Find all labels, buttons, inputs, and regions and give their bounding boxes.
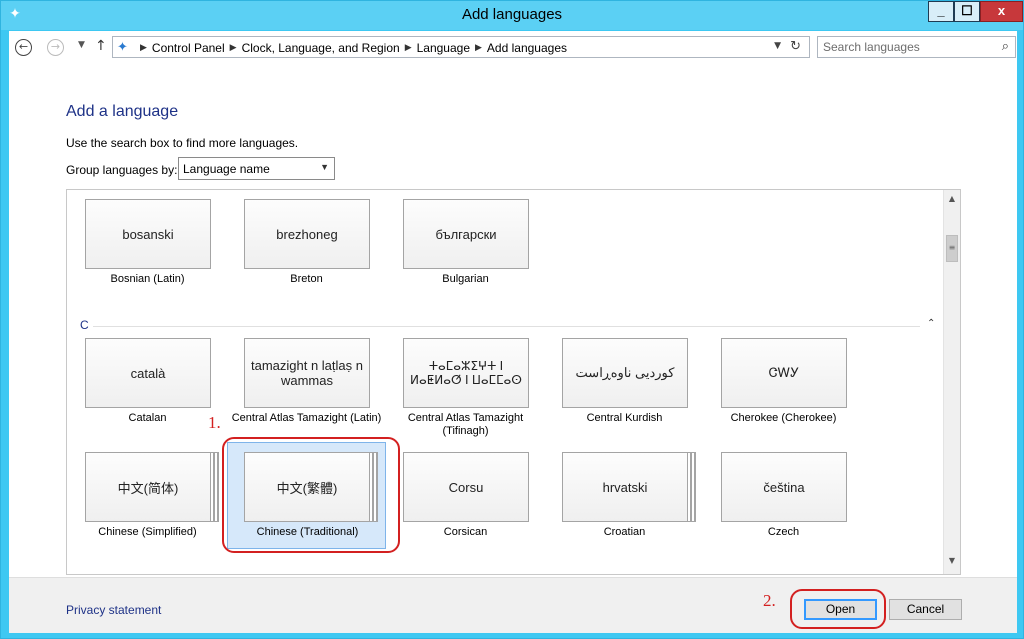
language-item-bosnian[interactable]: bosanski Bosnian (Latin) [68,190,227,296]
language-name: Catalan [128,412,167,424]
chevron-up-icon[interactable]: ⌃ [927,318,935,329]
address-bar: ← → ▼ ↑ ✦ ▶ Control Panel ▶ Clock, Langu… [9,31,1017,63]
language-name: Cherokee (Cherokee) [730,412,837,424]
language-item-breton[interactable]: brezhoneg Breton [227,190,386,296]
up-arrow-icon[interactable]: ↑ [95,38,107,54]
language-list[interactable]: bosanski Bosnian (Latin) brezhoneg Breto… [66,189,961,575]
language-tile[interactable]: hrvatski [562,452,688,522]
add-languages-window: ✦ Add languages _ ☐ x ← → ▼ ↑ ✦ ▶ Contro… [0,0,1024,639]
address-field[interactable]: ✦ ▶ Control Panel ▶ Clock, Language, and… [112,36,810,58]
language-item-tamazight-tifinagh[interactable]: ⵜⴰⵎⴰⵣⵉⵖⵜ ⵏ ⵍⴰⵟⵍⴰⵚ ⵏ ⵡⴰⵎⵎⴰⵙ Central Atlas… [386,328,545,437]
language-tile[interactable]: bosanski [85,199,211,269]
breadcrumb-control-panel[interactable]: Control Panel [152,41,225,55]
language-item-central-kurdish[interactable]: کوردیی ناوەڕاست Central Kurdish [545,328,704,435]
open-button[interactable]: Open [804,599,877,620]
breadcrumb-language[interactable]: Language [417,41,470,55]
page-title: Add a language [66,103,179,120]
window-title: Add languages [461,6,563,23]
breadcrumb-separator-icon[interactable]: ▶ [475,43,482,53]
search-box: ⌕ [817,36,1016,58]
language-tile[interactable]: català [85,338,211,408]
recent-locations-chevron-icon[interactable]: ▼ [78,40,85,50]
scrollbar-thumb[interactable]: ≡ [946,235,958,262]
scroll-up-icon[interactable]: ▲ [946,194,958,208]
language-tile[interactable]: čeština [721,452,847,522]
language-item-cherokee[interactable]: ᏣᎳᎩ Cherokee (Cherokee) [704,328,863,435]
minimize-button[interactable]: _ [928,1,954,22]
forward-arrow-icon[interactable]: → [47,39,64,56]
chevron-down-icon: ▼ [320,162,329,172]
language-name: Croatian [603,526,646,538]
language-name: Central Atlas Tamazight (Latin) [231,412,382,424]
language-name: Breton [290,273,323,285]
breadcrumb-clock-language-region[interactable]: Clock, Language, and Region [242,41,400,55]
language-name: Chinese (Simplified) [98,526,197,538]
group-by-value: Language name [183,162,270,176]
privacy-statement-link[interactable]: Privacy statement [66,603,161,617]
group-by-label: Group languages by: [66,163,178,177]
language-item-corsican[interactable]: Corsu Corsican [386,442,545,549]
control-panel-icon: ✦ [117,40,128,55]
refresh-icon[interactable]: ↻ [790,39,801,54]
language-name: Bosnian (Latin) [110,273,185,285]
maximize-button[interactable]: ☐ [954,1,980,22]
search-icon[interactable]: ⌕ [1002,39,1009,54]
breadcrumb-separator-icon[interactable]: ▶ [140,43,147,53]
breadcrumb-separator-icon[interactable]: ▶ [230,43,237,53]
footer: Privacy statement 2. Open Cancel [9,577,1017,633]
breadcrumb-separator-icon[interactable]: ▶ [405,43,412,53]
language-tile[interactable]: brezhoneg [244,199,370,269]
group-by-dropdown[interactable]: Language name ▼ [178,157,335,180]
cancel-button[interactable]: Cancel [889,599,962,620]
section-divider [93,326,920,327]
language-item-bulgarian[interactable]: български Bulgarian [386,190,545,296]
language-item-czech[interactable]: čeština Czech [704,442,863,549]
search-input[interactable] [818,37,988,57]
highlight-ring-language [222,437,400,553]
breadcrumb-add-languages[interactable]: Add languages [487,41,567,55]
language-name: Czech [767,526,800,538]
language-tile[interactable]: 中文(简体) [85,452,211,522]
language-name: Bulgarian [442,273,489,285]
annotation-step-2: 2. [763,591,776,610]
breadcrumb: ✦ ▶ Control Panel ▶ Clock, Language, and… [117,40,567,55]
language-item-catalan[interactable]: català Catalan [68,328,227,435]
vertical-scrollbar[interactable]: ▲ ≡ ▼ [943,190,960,574]
language-item-chinese-simplified[interactable]: 中文(简体) Chinese (Simplified) [68,442,227,549]
language-name: Corsican [443,526,488,538]
title-bar: ✦ Add languages _ ☐ x [1,1,1023,30]
close-button[interactable]: x [980,1,1023,22]
address-history-chevron-icon[interactable]: ▼ [774,41,781,51]
language-tile[interactable]: tamazight n laṭlaṣ n wammas [244,338,370,408]
main-content: Add a language Use the search box to fin… [9,63,1017,577]
language-tile[interactable]: български [403,199,529,269]
language-item-croatian[interactable]: hrvatski Croatian [545,442,704,549]
language-tile[interactable]: Corsu [403,452,529,522]
language-tile[interactable]: کوردیی ناوەڕاست [562,338,688,408]
scroll-down-icon[interactable]: ▼ [946,556,958,570]
language-tile[interactable]: ᏣᎳᎩ [721,338,847,408]
annotation-step-1: 1. [208,413,221,432]
language-tile[interactable]: ⵜⴰⵎⴰⵣⵉⵖⵜ ⵏ ⵍⴰⵟⵍⴰⵚ ⵏ ⵡⴰⵎⵎⴰⵙ [403,338,529,408]
back-arrow-icon[interactable]: ← [15,39,32,56]
language-item-tamazight-latin[interactable]: tamazight n laṭlaṣ n wammas Central Atla… [227,328,386,435]
language-name: Central Kurdish [586,412,663,424]
search-hint-text: Use the search box to find more language… [66,136,299,150]
language-name: Central Atlas Tamazight (Tifinagh) [407,412,524,437]
